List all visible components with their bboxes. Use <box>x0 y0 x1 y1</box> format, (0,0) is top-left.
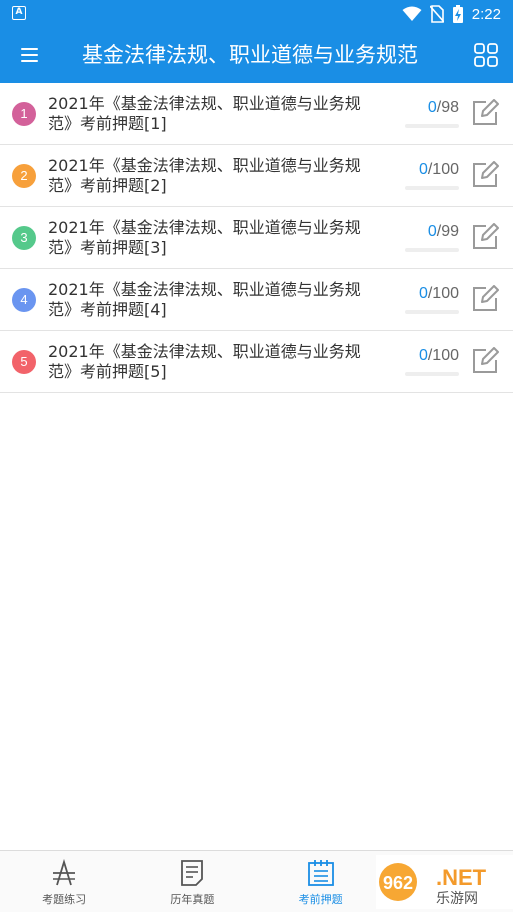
status-bar: A 2:22 <box>0 0 513 28</box>
total-count: /100 <box>427 285 459 302</box>
item-score: 0/99 <box>428 223 459 241</box>
list-item[interactable]: 4 2021年《基金法律法规、职业道德与业务规范》考前押题[4] 0/100 <box>0 269 513 331</box>
total-count: /98 <box>436 99 459 116</box>
site-watermark-logo: 962 .NET 乐游网 <box>376 855 513 909</box>
tab-label: 历年真题 <box>170 893 215 906</box>
watermark-subtext: 乐游网 <box>436 891 478 907</box>
battery-charging-icon <box>452 5 463 23</box>
tab-label: 考前押题 <box>298 893 343 906</box>
tab-practice[interactable]: 考题练习 <box>0 851 128 912</box>
item-score: 0/100 <box>419 285 459 303</box>
tab-mock-exams[interactable]: 考前押题 <box>257 851 385 912</box>
calendar-list-icon <box>307 860 334 886</box>
wifi-icon <box>402 6 422 21</box>
progress-bar <box>405 186 459 190</box>
total-count: /100 <box>427 161 459 178</box>
progress-bar <box>405 372 459 376</box>
no-sim-icon <box>429 5 444 23</box>
item-title: 2021年《基金法律法规、职业道德与业务规范》考前押题[5] <box>48 342 361 381</box>
item-number-badge: 4 <box>12 288 36 312</box>
total-count: /100 <box>427 347 459 364</box>
edit-icon[interactable] <box>471 347 499 375</box>
item-title: 2021年《基金法律法规、职业道德与业务规范》考前押题[1] <box>48 94 361 133</box>
edit-icon[interactable] <box>471 223 499 251</box>
done-count: 0 <box>418 347 428 364</box>
grid-menu-icon[interactable] <box>473 42 499 68</box>
app-notification-icon: A <box>12 6 26 20</box>
done-count: 0 <box>427 99 437 116</box>
page-title: 基金法律法规、职业道德与业务规范 <box>82 43 418 67</box>
list-item[interactable]: 3 2021年《基金法律法规、职业道德与业务规范》考前押题[3] 0/99 <box>0 207 513 269</box>
edit-icon[interactable] <box>471 161 499 189</box>
list-item[interactable]: 5 2021年《基金法律法规、职业道德与业务规范》考前押题[5] 0/100 <box>0 331 513 393</box>
edit-icon[interactable] <box>471 99 499 127</box>
item-title: 2021年《基金法律法规、职业道德与业务规范》考前押题[2] <box>48 156 361 195</box>
item-title: 2021年《基金法律法规、职业道德与业务规范》考前押题[4] <box>48 280 361 319</box>
progress-bar <box>405 248 459 252</box>
tab-label: 考题练习 <box>42 893 87 906</box>
clock: 2:22 <box>471 5 501 23</box>
document-icon <box>181 860 204 886</box>
list-item[interactable]: 2 2021年《基金法律法规、职业道德与业务规范》考前押题[2] 0/100 <box>0 145 513 207</box>
menu-button[interactable] <box>17 42 47 68</box>
watermark-net: .NET <box>436 865 487 890</box>
item-number-badge: 1 <box>12 102 36 126</box>
item-title: 2021年《基金法律法规、职业道德与业务规范》考前押题[3] <box>48 218 361 257</box>
menu-icon-line <box>21 48 38 50</box>
menu-icon-line <box>21 54 38 56</box>
watermark-text: 962 <box>383 873 413 893</box>
total-count: /99 <box>436 223 459 240</box>
done-count: 0 <box>427 223 437 240</box>
item-score: 0/100 <box>419 161 459 179</box>
progress-bar <box>405 310 459 314</box>
item-score: 0/98 <box>428 99 459 117</box>
item-number-badge: 3 <box>12 226 36 250</box>
tab-past-exams[interactable]: 历年真题 <box>128 851 256 912</box>
edit-icon[interactable] <box>471 285 499 313</box>
exam-list: 1 2021年《基金法律法规、职业道德与业务规范》考前押题[1] 0/98 2 … <box>0 83 513 393</box>
menu-icon-line <box>21 60 38 62</box>
item-score: 0/100 <box>419 347 459 365</box>
app-bar: 基金法律法规、职业道德与业务规范 <box>0 28 513 83</box>
done-count: 0 <box>418 285 428 302</box>
progress-bar <box>405 124 459 128</box>
list-item[interactable]: 1 2021年《基金法律法规、职业道德与业务规范》考前押题[1] 0/98 <box>0 83 513 145</box>
item-number-badge: 5 <box>12 350 36 374</box>
system-icons: 2:22 <box>402 4 501 24</box>
compass-icon <box>53 859 76 886</box>
item-number-badge: 2 <box>12 164 36 188</box>
done-count: 0 <box>418 161 428 178</box>
